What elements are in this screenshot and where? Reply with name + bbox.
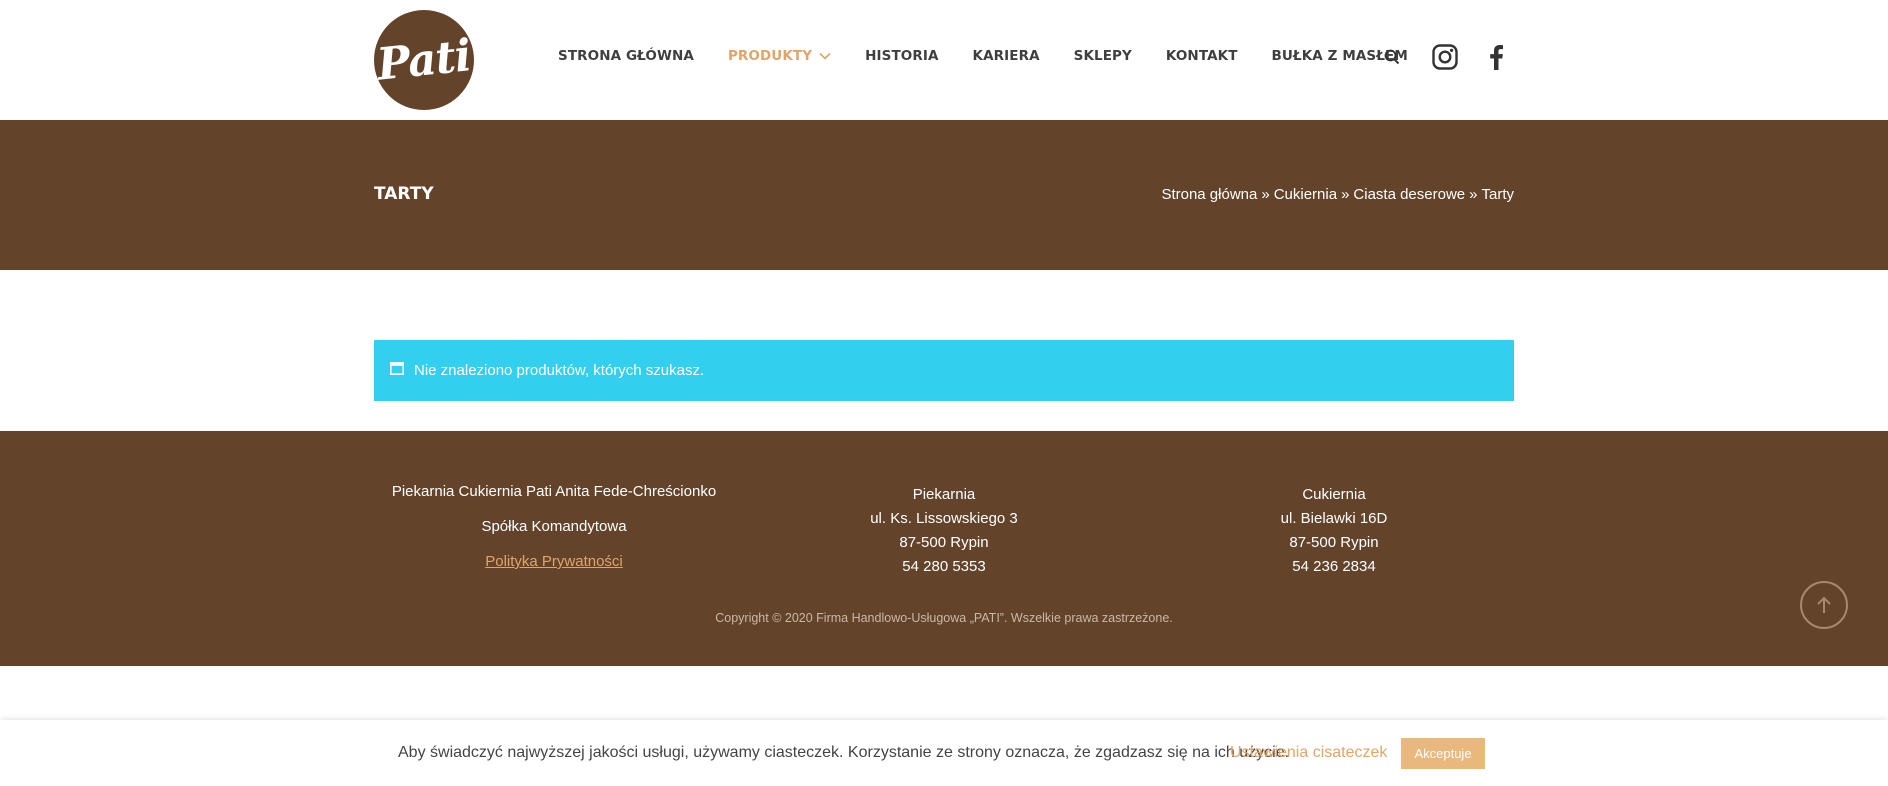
bakery-city: 87-500 Rypin xyxy=(899,534,989,551)
no-products-notice: Nie znaleziono produktów, których szukas… xyxy=(374,340,1514,401)
footer-company: Piekarnia Cukiernia Pati Anita Fede-Chre… xyxy=(374,483,734,570)
copyright: Copyright © 2020 Firma Handlowo-Usługowa… xyxy=(715,611,1173,625)
page-title: TARTY xyxy=(374,184,434,204)
bakery-phone: 54 280 5353 xyxy=(902,558,986,575)
breadcrumb-separator: » xyxy=(1341,186,1350,203)
main-nav: STRONA GŁÓWNA PRODUKTY HISTORIA KARIERA … xyxy=(558,48,1442,64)
company-name: Piekarnia Cukiernia Pati Anita Fede-Chre… xyxy=(391,483,717,500)
bakery-title: Piekarnia xyxy=(912,486,976,503)
pastry-phone: 54 236 2834 xyxy=(1292,558,1376,575)
cookie-accept-button[interactable]: Akceptuje xyxy=(1401,738,1485,769)
scroll-to-top-button[interactable] xyxy=(1800,581,1848,629)
pastry-city: 87-500 Rypin xyxy=(1289,534,1379,551)
bakery-street: ul. Ks. Lissowskiego 3 xyxy=(870,510,1018,527)
facebook-icon[interactable] xyxy=(1488,44,1504,75)
breadcrumb-link-cukiernia[interactable]: Cukiernia xyxy=(1274,186,1337,203)
privacy-policy-link[interactable]: Polityka Prywatności xyxy=(485,553,623,570)
pastry-title: Cukiernia xyxy=(1302,486,1366,503)
pastry-street: ul. Bielawki 16D xyxy=(1280,510,1388,527)
nav-item-historia[interactable]: HISTORIA xyxy=(865,48,938,64)
footer-pastry: Cukiernia ul. Bielawki 16D 87-500 Rypin … xyxy=(1234,483,1434,579)
notice-text: Nie znaleziono produktów, których szukas… xyxy=(414,362,705,379)
search-icon[interactable] xyxy=(1384,49,1400,70)
logo-text: Pati xyxy=(374,29,474,91)
footer-bakery: Piekarnia ul. Ks. Lissowskiego 3 87-500 … xyxy=(844,483,1044,579)
breadcrumb-current: Tarty xyxy=(1481,186,1514,203)
site-header: Pati STRONA GŁÓWNA PRODUKTY HISTORIA KAR… xyxy=(0,0,1888,120)
instagram-icon[interactable] xyxy=(1432,44,1458,75)
breadcrumb-link-ciasta-deserowe[interactable]: Ciasta deserowe xyxy=(1353,186,1465,203)
header-icons xyxy=(1384,44,1504,75)
nav-item-strona-glowna[interactable]: STRONA GŁÓWNA xyxy=(558,48,694,64)
logo[interactable]: Pati xyxy=(374,10,474,110)
company-type: Spółka Komandytowa xyxy=(481,518,627,535)
nav-item-produkty[interactable]: PRODUKTY xyxy=(728,48,831,64)
chevron-down-icon xyxy=(819,52,831,60)
arrow-up-icon xyxy=(1817,596,1831,613)
nav-item-sklepy[interactable]: SKLEPY xyxy=(1074,48,1132,64)
site-footer: Piekarnia Cukiernia Pati Anita Fede-Chre… xyxy=(0,431,1888,666)
nav-item-kariera[interactable]: KARIERA xyxy=(973,48,1040,64)
page-title-band: TARTY Strona główna » Cukiernia » Ciasta… xyxy=(0,120,1888,270)
cookie-settings-link[interactable]: Ustawienia cisateczek xyxy=(1230,744,1387,762)
breadcrumb-link-home[interactable]: Strona główna xyxy=(1161,186,1257,203)
cookie-text: Aby świadczyć najwyższej jakości usługi,… xyxy=(398,744,1290,761)
window-icon xyxy=(390,362,404,379)
breadcrumb-separator: » xyxy=(1469,186,1478,203)
breadcrumb-separator: » xyxy=(1261,186,1270,203)
nav-item-kontakt[interactable]: KONTAKT xyxy=(1166,48,1238,64)
breadcrumb: Strona główna » Cukiernia » Ciasta deser… xyxy=(1161,186,1514,203)
cookie-bar: Aby świadczyć najwyższej jakości usługi,… xyxy=(0,720,1888,786)
